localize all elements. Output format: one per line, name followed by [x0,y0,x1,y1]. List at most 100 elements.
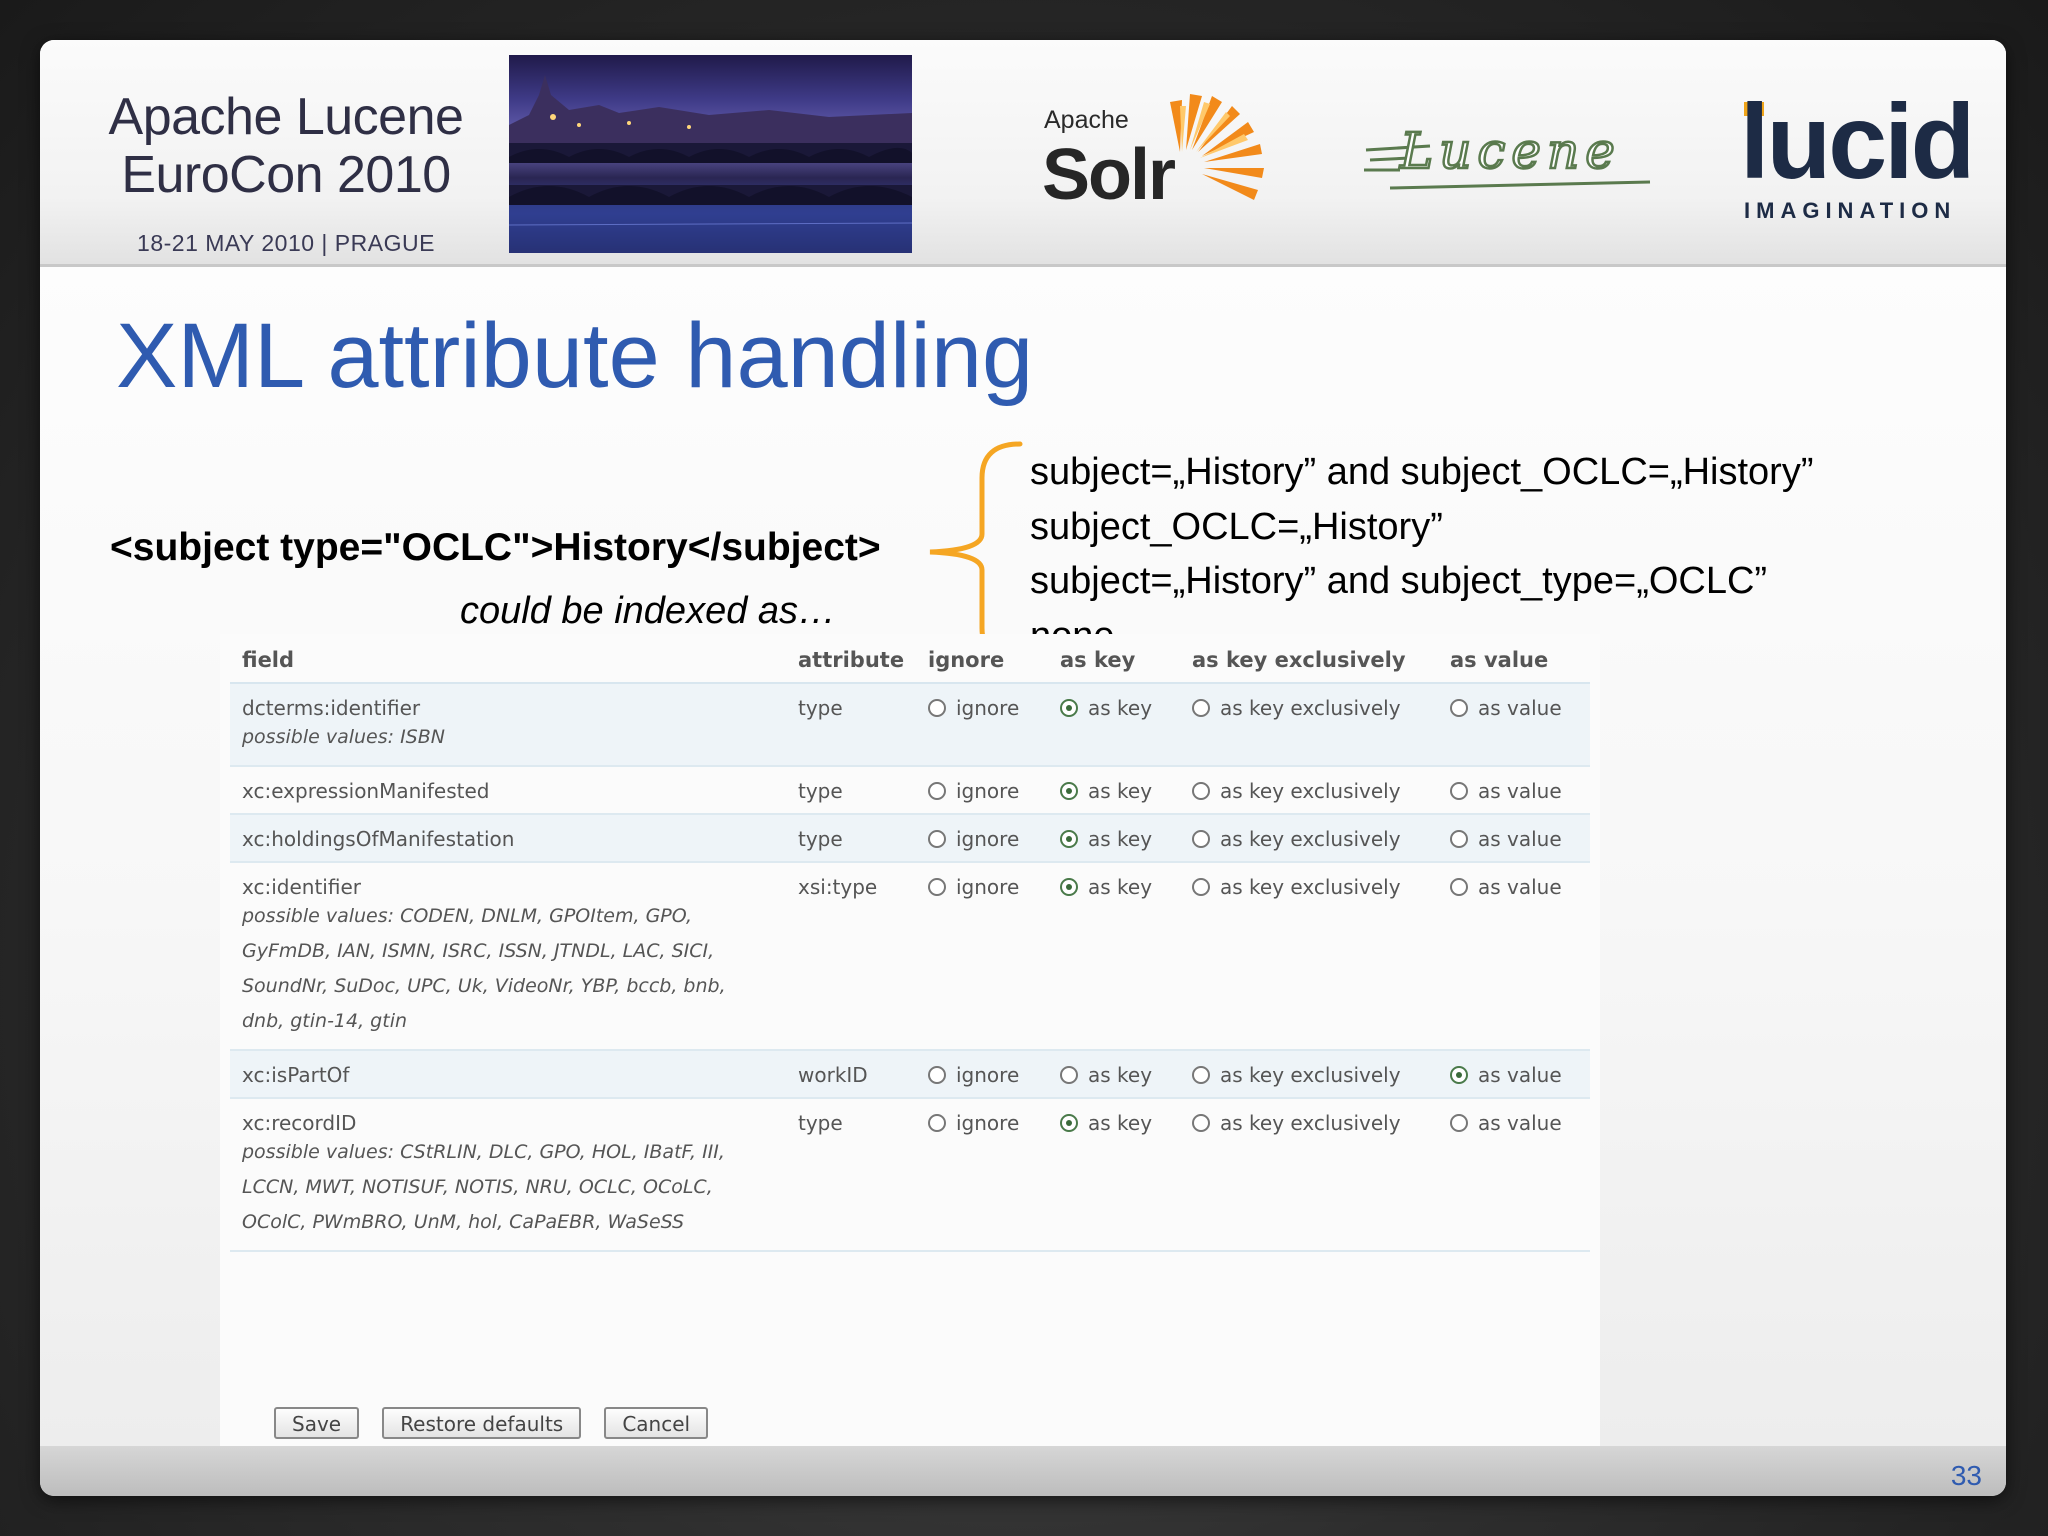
radio-button[interactable] [1450,782,1468,800]
radio-option-as-value[interactable]: as value [1450,1111,1562,1135]
table-header-row: field attribute ignore as key as key exc… [230,634,1590,684]
possible-values: possible values: CODEN, DNLM, GPOItem, G… [242,905,726,1032]
radio-option-as-value[interactable]: as value [1450,827,1562,851]
option-cell: as key exclusively [1180,766,1438,815]
radio-label: as key [1088,779,1153,803]
radio-option-ignore[interactable]: ignore [928,1111,1019,1135]
slide-title: XML attribute handling [116,305,1034,407]
radio-button[interactable] [1192,878,1210,896]
column-header-field: field [230,634,786,684]
radio-option-as-key-exclusively[interactable]: as key exclusively [1192,696,1401,720]
cancel-button[interactable]: Cancel [604,1407,709,1439]
radio-option-as-key[interactable]: as key [1060,696,1152,720]
radio-button[interactable] [1060,1114,1078,1132]
radio-label: ignore [956,779,1020,803]
radio-button[interactable] [928,699,946,717]
restore-defaults-button[interactable]: Restore defaults [382,1407,582,1439]
radio-option-as-value[interactable]: as value [1450,1063,1562,1087]
radio-button[interactable] [1450,878,1468,896]
field-cell: xc:recordID possible values: CStRLIN, DLC… [230,1098,786,1252]
radio-option-as-key-exclusively[interactable]: as key exclusively [1192,827,1401,851]
field-cell: xc:identifier possible values: CODEN, DNL… [230,862,786,1051]
radio-label: as value [1478,1111,1562,1135]
option-cell: ignore [916,862,1048,1051]
radio-label: ignore [956,696,1020,720]
conference-logo: Apache Lucene EuroCon 2010 18-21 MAY 201… [76,88,496,257]
page-number: 33 [1950,1460,1982,1491]
radio-option-as-key[interactable]: as key [1060,1111,1152,1135]
header-banner: Apache Lucene EuroCon 2010 18-21 MAY 201… [40,40,2006,267]
lucene-wordmark: Lucene [1399,121,1621,182]
indexing-option: subject=„History” and subject_OCLC=„Hist… [1030,451,1814,493]
attribute-cell: xsi:type [786,862,916,1051]
option-cell: as key [1048,814,1180,863]
radio-button[interactable] [1060,1066,1078,1084]
radio-option-as-value[interactable]: as value [1450,875,1562,899]
radio-option-as-key-exclusively[interactable]: as key exclusively [1192,1111,1401,1135]
radio-option-as-value[interactable]: as value [1450,696,1562,720]
radio-label: as value [1478,875,1562,899]
indexing-option: subject=„History” and subject_type=„OCLC… [1030,560,1768,602]
radio-option-as-key[interactable]: as key [1060,875,1152,899]
option-cell: ignore [916,814,1048,863]
attribute-cell: workID [786,1050,916,1099]
conference-name-line2: EuroCon 2010 [121,146,451,204]
radio-option-ignore[interactable]: ignore [928,827,1019,851]
save-button[interactable]: Save [274,1407,360,1439]
radio-label: ignore [956,827,1020,851]
radio-button[interactable] [1192,782,1210,800]
conference-name-line1: Apache Lucene [108,88,464,146]
radio-button[interactable] [928,1066,946,1084]
radio-button[interactable] [1060,699,1078,717]
radio-option-as-key[interactable]: as key [1060,779,1152,803]
radio-button[interactable] [928,830,946,848]
radio-button[interactable] [1192,699,1210,717]
radio-button[interactable] [1450,1066,1468,1084]
field-cell: xc:isPartOf [230,1050,786,1099]
radio-option-ignore[interactable]: ignore [928,1063,1019,1087]
attribute-settings-form: field attribute ignore as key as key exc… [220,634,1600,1454]
radio-label: as key [1088,1063,1153,1087]
radio-option-as-key-exclusively[interactable]: as key exclusively [1192,1063,1401,1087]
radio-label: ignore [956,1111,1020,1135]
option-cell: as value [1438,1098,1590,1252]
option-cell: ignore [916,766,1048,815]
radio-option-ignore[interactable]: ignore [928,875,1019,899]
column-header-as-key-exclusively: as key exclusively [1180,634,1438,684]
possible-values: possible values: ISBN [242,726,445,748]
option-cell: as value [1438,766,1590,815]
radio-option-as-key[interactable]: as key [1060,827,1152,851]
radio-label: ignore [956,1063,1020,1087]
radio-button[interactable] [928,1114,946,1132]
radio-label: as key [1088,827,1153,851]
radio-button[interactable] [928,878,946,896]
attribute-cell: type [786,1098,916,1252]
radio-button[interactable] [1450,830,1468,848]
radio-button[interactable] [1060,830,1078,848]
radio-button[interactable] [1450,699,1468,717]
field-cell: xc:holdingsOfManifestation [230,814,786,863]
radio-option-as-key[interactable]: as key [1060,1063,1152,1087]
radio-option-as-key-exclusively[interactable]: as key exclusively [1192,779,1401,803]
radio-option-as-key-exclusively[interactable]: as key exclusively [1192,875,1401,899]
radio-label: as key exclusively [1220,875,1401,899]
radio-button[interactable] [1192,830,1210,848]
radio-button[interactable] [1192,1114,1210,1132]
radio-option-as-value[interactable]: as value [1450,779,1562,803]
radio-button[interactable] [1192,1066,1210,1084]
prague-bridges-photo [509,55,912,253]
attribute-cell: type [786,683,916,767]
radio-button[interactable] [1450,1114,1468,1132]
option-cell: ignore [916,683,1048,767]
radio-button[interactable] [928,782,946,800]
option-cell: as value [1438,683,1590,767]
indexing-options-list: subject=„History” and subject_OCLC=„Hist… [1030,445,1814,663]
table-row: xc:holdingsOfManifestation type ignore as k… [230,814,1590,863]
radio-option-ignore[interactable]: ignore [928,779,1019,803]
radio-button[interactable] [1060,782,1078,800]
lucene-logo: Lucene [1360,120,1660,200]
option-cell: as key exclusively [1180,814,1438,863]
radio-option-ignore[interactable]: ignore [928,696,1019,720]
solr-apache-text: Apache [1044,106,1129,134]
radio-button[interactable] [1060,878,1078,896]
